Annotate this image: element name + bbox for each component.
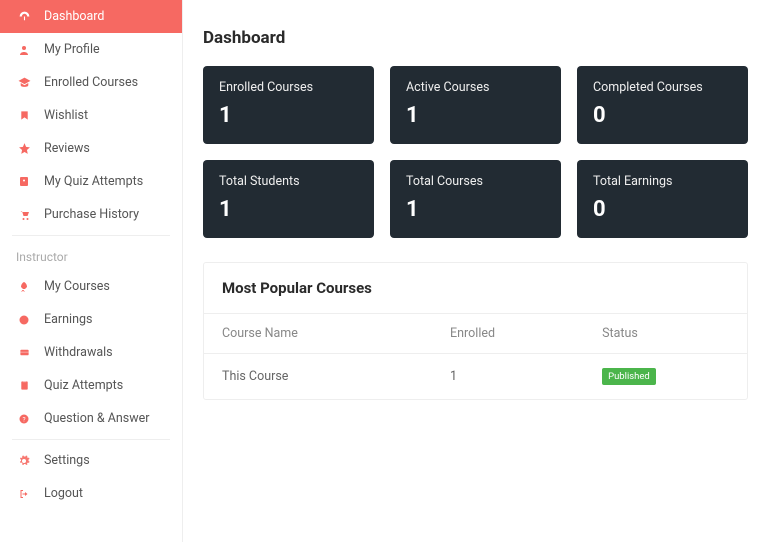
- sidebar-item-settings[interactable]: Settings: [0, 444, 182, 477]
- stats-grid: Enrolled Courses 1 Active Courses 1 Comp…: [203, 66, 748, 238]
- graduation-icon: [16, 76, 32, 89]
- clipboard-icon: [16, 379, 32, 392]
- sidebar-item-label: Reviews: [44, 141, 166, 156]
- cell-course-name: This Course: [204, 354, 432, 400]
- divider: [12, 235, 170, 236]
- table-row: This Course 1 Published: [204, 354, 747, 400]
- stat-label: Enrolled Courses: [219, 80, 358, 95]
- stat-completed-courses: Completed Courses 0: [577, 66, 748, 144]
- stat-enrolled-courses: Enrolled Courses 1: [203, 66, 374, 144]
- sidebar-item-label: Enrolled Courses: [44, 75, 166, 90]
- stat-label: Completed Courses: [593, 80, 732, 95]
- cell-status: Published: [584, 354, 747, 400]
- sidebar-item-label: Quiz Attempts: [44, 378, 166, 393]
- sidebar-item-label: My Quiz Attempts: [44, 174, 166, 189]
- stat-value: 1: [406, 103, 545, 128]
- sidebar-item-quiz-attempts[interactable]: Quiz Attempts: [0, 369, 182, 402]
- sidebar: Dashboard My Profile Enrolled Courses Wi…: [0, 0, 183, 542]
- stat-total-students: Total Students 1: [203, 160, 374, 238]
- sidebar-item-label: Logout: [44, 486, 166, 501]
- sidebar-item-label: Purchase History: [44, 207, 166, 222]
- sidebar-item-label: Withdrawals: [44, 345, 166, 360]
- sidebar-item-withdrawals[interactable]: Withdrawals: [0, 336, 182, 369]
- sidebar-item-my-courses[interactable]: My Courses: [0, 270, 182, 303]
- stat-value: 1: [406, 197, 545, 222]
- stat-value: 0: [593, 197, 732, 222]
- question-icon: ?: [16, 413, 32, 425]
- sidebar-item-my-quiz-attempts[interactable]: My Quiz Attempts: [0, 165, 182, 198]
- rocket-icon: [16, 281, 32, 293]
- sidebar-item-logout[interactable]: Logout: [0, 477, 182, 510]
- stat-total-courses: Total Courses 1: [390, 160, 561, 238]
- bookmark-icon: [16, 109, 32, 122]
- sidebar-item-label: My Profile: [44, 42, 166, 57]
- svg-text:?: ?: [22, 415, 25, 423]
- stat-value: 0: [593, 103, 732, 128]
- stat-label: Total Courses: [406, 174, 545, 189]
- sidebar-item-reviews[interactable]: Reviews: [0, 132, 182, 165]
- sidebar-item-label: Question & Answer: [44, 411, 166, 426]
- panel-title: Most Popular Courses: [204, 263, 747, 313]
- gear-icon: [16, 455, 32, 467]
- popular-courses-table: Course Name Enrolled Status This Course …: [204, 313, 747, 399]
- sidebar-item-dashboard[interactable]: Dashboard: [0, 0, 182, 33]
- star-icon: [16, 142, 32, 155]
- quiz-icon: [16, 175, 32, 188]
- col-enrolled: Enrolled: [432, 314, 584, 354]
- logout-icon: [16, 488, 32, 500]
- user-icon: [16, 44, 32, 56]
- stat-value: 1: [219, 103, 358, 128]
- sidebar-section-instructor: Instructor: [0, 240, 182, 270]
- stat-label: Active Courses: [406, 80, 545, 95]
- status-badge: Published: [602, 368, 656, 385]
- cart-icon: [16, 209, 32, 221]
- popular-courses-panel: Most Popular Courses Course Name Enrolle…: [203, 262, 748, 400]
- wallet-icon: [16, 347, 32, 358]
- page-title: Dashboard: [203, 28, 748, 48]
- coin-icon: [16, 314, 32, 326]
- stat-active-courses: Active Courses 1: [390, 66, 561, 144]
- sidebar-item-label: Wishlist: [44, 108, 166, 123]
- col-course-name: Course Name: [204, 314, 432, 354]
- stat-total-earnings: Total Earnings 0: [577, 160, 748, 238]
- stat-value: 1: [219, 197, 358, 222]
- cell-enrolled: 1: [432, 354, 584, 400]
- dashboard-icon: [16, 10, 32, 23]
- sidebar-item-label: Earnings: [44, 312, 166, 327]
- main-content: Dashboard Enrolled Courses 1 Active Cour…: [183, 0, 768, 542]
- sidebar-item-label: My Courses: [44, 279, 166, 294]
- divider: [12, 439, 170, 440]
- sidebar-item-my-profile[interactable]: My Profile: [0, 33, 182, 66]
- sidebar-item-label: Dashboard: [44, 9, 166, 24]
- sidebar-item-purchase-history[interactable]: Purchase History: [0, 198, 182, 231]
- col-status: Status: [584, 314, 747, 354]
- sidebar-item-question-answer[interactable]: ? Question & Answer: [0, 402, 182, 435]
- sidebar-item-wishlist[interactable]: Wishlist: [0, 99, 182, 132]
- sidebar-item-label: Settings: [44, 453, 166, 468]
- stat-label: Total Earnings: [593, 174, 732, 189]
- stat-label: Total Students: [219, 174, 358, 189]
- sidebar-item-enrolled-courses[interactable]: Enrolled Courses: [0, 66, 182, 99]
- sidebar-item-earnings[interactable]: Earnings: [0, 303, 182, 336]
